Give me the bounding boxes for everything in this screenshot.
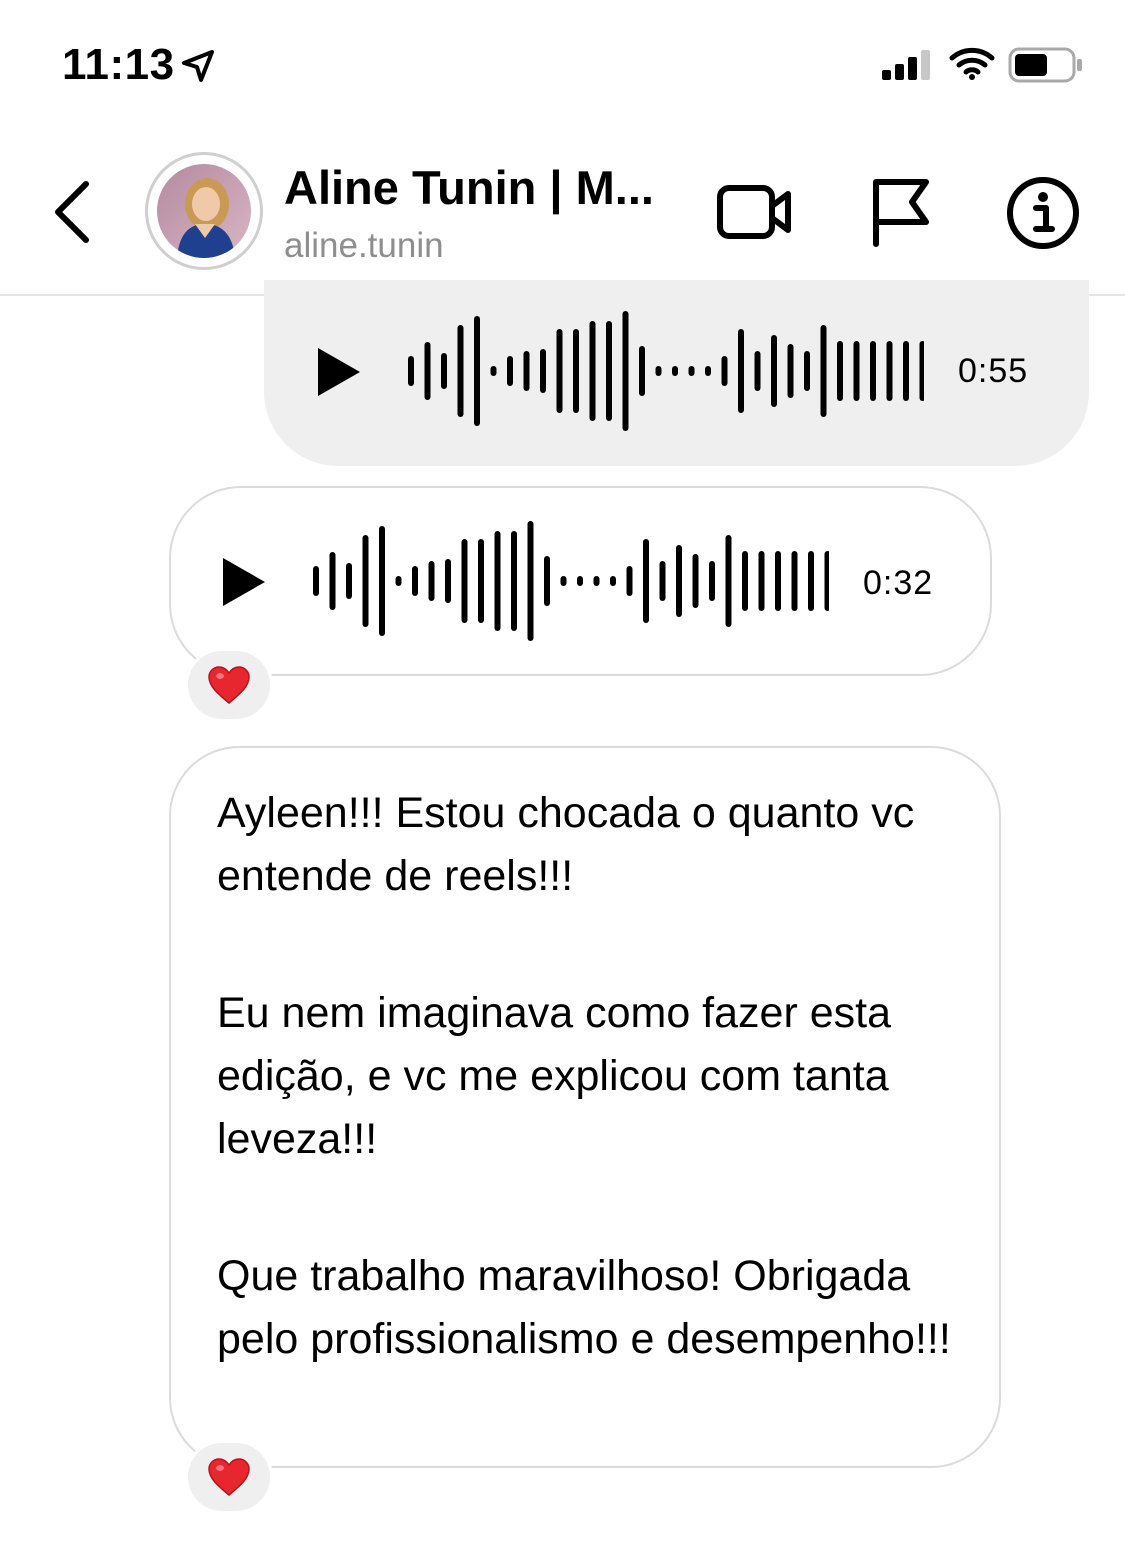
waveform-bar xyxy=(758,551,765,611)
waveform-bar xyxy=(511,531,517,631)
waveform-bar xyxy=(313,566,319,596)
waveform-bar xyxy=(445,559,451,603)
waveform-bar xyxy=(771,335,777,407)
waveform-bar xyxy=(593,576,600,586)
flag-icon[interactable] xyxy=(870,176,932,248)
message-paragraph: Ayleen!!! Estou chocada o quanto vc ente… xyxy=(217,789,915,900)
waveform-bar xyxy=(837,341,843,401)
waveform-bar xyxy=(705,366,711,376)
waveform-bar xyxy=(424,342,431,400)
contact-name[interactable]: Aline Tunin | M... xyxy=(284,160,654,215)
audio-duration: 0:32 xyxy=(863,564,934,602)
waveform-bar xyxy=(523,351,530,391)
received-audio-message[interactable]: 0:32 xyxy=(169,486,992,676)
waveform-bar xyxy=(507,356,513,386)
heart-reaction[interactable] xyxy=(185,648,273,722)
waveform-bar xyxy=(639,346,645,396)
waveform-bar xyxy=(643,539,649,623)
heart-icon xyxy=(208,666,250,704)
audio-waveform[interactable] xyxy=(309,520,829,642)
waveform-bar xyxy=(626,566,633,596)
audio-waveform[interactable] xyxy=(404,310,924,432)
waveform-bar xyxy=(853,341,860,401)
message-paragraph: Eu nem imaginava como fazer esta edição,… xyxy=(217,989,891,1163)
waveform-bar xyxy=(457,325,464,417)
battery-icon xyxy=(1008,47,1082,83)
waveform-bar xyxy=(346,563,352,599)
waveform-bar xyxy=(573,329,579,413)
info-icon[interactable] xyxy=(1006,176,1080,250)
play-icon[interactable] xyxy=(221,556,267,608)
waveform-bar xyxy=(362,535,369,627)
wifi-icon xyxy=(949,47,995,80)
location-arrow-icon xyxy=(182,50,214,82)
waveform-bar xyxy=(820,325,827,417)
waveform-bar xyxy=(808,551,814,611)
waveform-bar xyxy=(490,366,497,376)
waveform-bar xyxy=(589,321,596,421)
waveform-bar xyxy=(494,531,501,631)
waveform-bar xyxy=(329,552,336,610)
waveform-bar xyxy=(610,576,616,586)
waveform-bar xyxy=(544,556,550,606)
waveform-bar xyxy=(461,539,468,623)
video-call-icon[interactable] xyxy=(716,180,792,244)
waveform-bar xyxy=(556,329,563,413)
waveform-bar xyxy=(919,341,924,401)
waveform-bar xyxy=(577,576,583,586)
waveform-bar xyxy=(659,561,666,601)
waveform-bar xyxy=(787,344,794,398)
waveform-bar xyxy=(709,561,715,601)
waveform-bar xyxy=(742,551,748,611)
audio-duration: 0:55 xyxy=(958,352,1029,390)
waveform-bar xyxy=(725,535,732,627)
waveform-bar xyxy=(622,311,629,431)
waveform-bar xyxy=(886,341,893,401)
back-chevron-icon[interactable] xyxy=(50,180,94,244)
waveform-bar xyxy=(379,526,385,636)
cellular-signal-icon xyxy=(882,50,930,80)
status-time: 11:13 xyxy=(62,40,175,89)
waveform-bar xyxy=(692,554,699,608)
message-text: Ayleen!!! Estou chocada o quanto vc ente… xyxy=(217,782,977,1371)
waveform-bar xyxy=(540,349,546,393)
waveform-bar xyxy=(474,316,480,426)
waveform-bar xyxy=(791,551,798,611)
waveform-bar xyxy=(903,341,909,401)
heart-icon xyxy=(208,1458,250,1496)
waveform-bar xyxy=(676,545,682,617)
waveform-bar xyxy=(412,566,418,596)
waveform-bar xyxy=(428,561,435,601)
waveform-bar xyxy=(754,351,761,391)
waveform-bar xyxy=(721,356,728,386)
waveform-bar xyxy=(441,353,447,389)
waveform-bar xyxy=(824,551,829,611)
waveform-bar xyxy=(655,366,662,376)
message-paragraph: Que trabalho maravilhoso! Obrigada pelo … xyxy=(217,1252,951,1363)
waveform-bar xyxy=(688,366,695,376)
avatar[interactable] xyxy=(157,164,251,258)
waveform-bar xyxy=(672,366,678,376)
waveform-bar xyxy=(870,341,876,401)
waveform-bar xyxy=(395,576,402,586)
waveform-bar xyxy=(478,539,484,623)
waveform-bar xyxy=(804,351,810,391)
waveform-bar xyxy=(606,321,612,421)
contact-handle[interactable]: aline.tunin xyxy=(284,226,444,266)
heart-reaction[interactable] xyxy=(185,1440,273,1514)
waveform-bar xyxy=(560,576,567,586)
waveform-bar xyxy=(408,356,414,386)
waveform-bar xyxy=(527,521,534,641)
waveform-bar xyxy=(738,329,744,413)
sent-audio-message[interactable]: 0:55 xyxy=(264,280,1089,466)
waveform-bar xyxy=(775,551,781,611)
play-icon[interactable] xyxy=(316,346,362,398)
